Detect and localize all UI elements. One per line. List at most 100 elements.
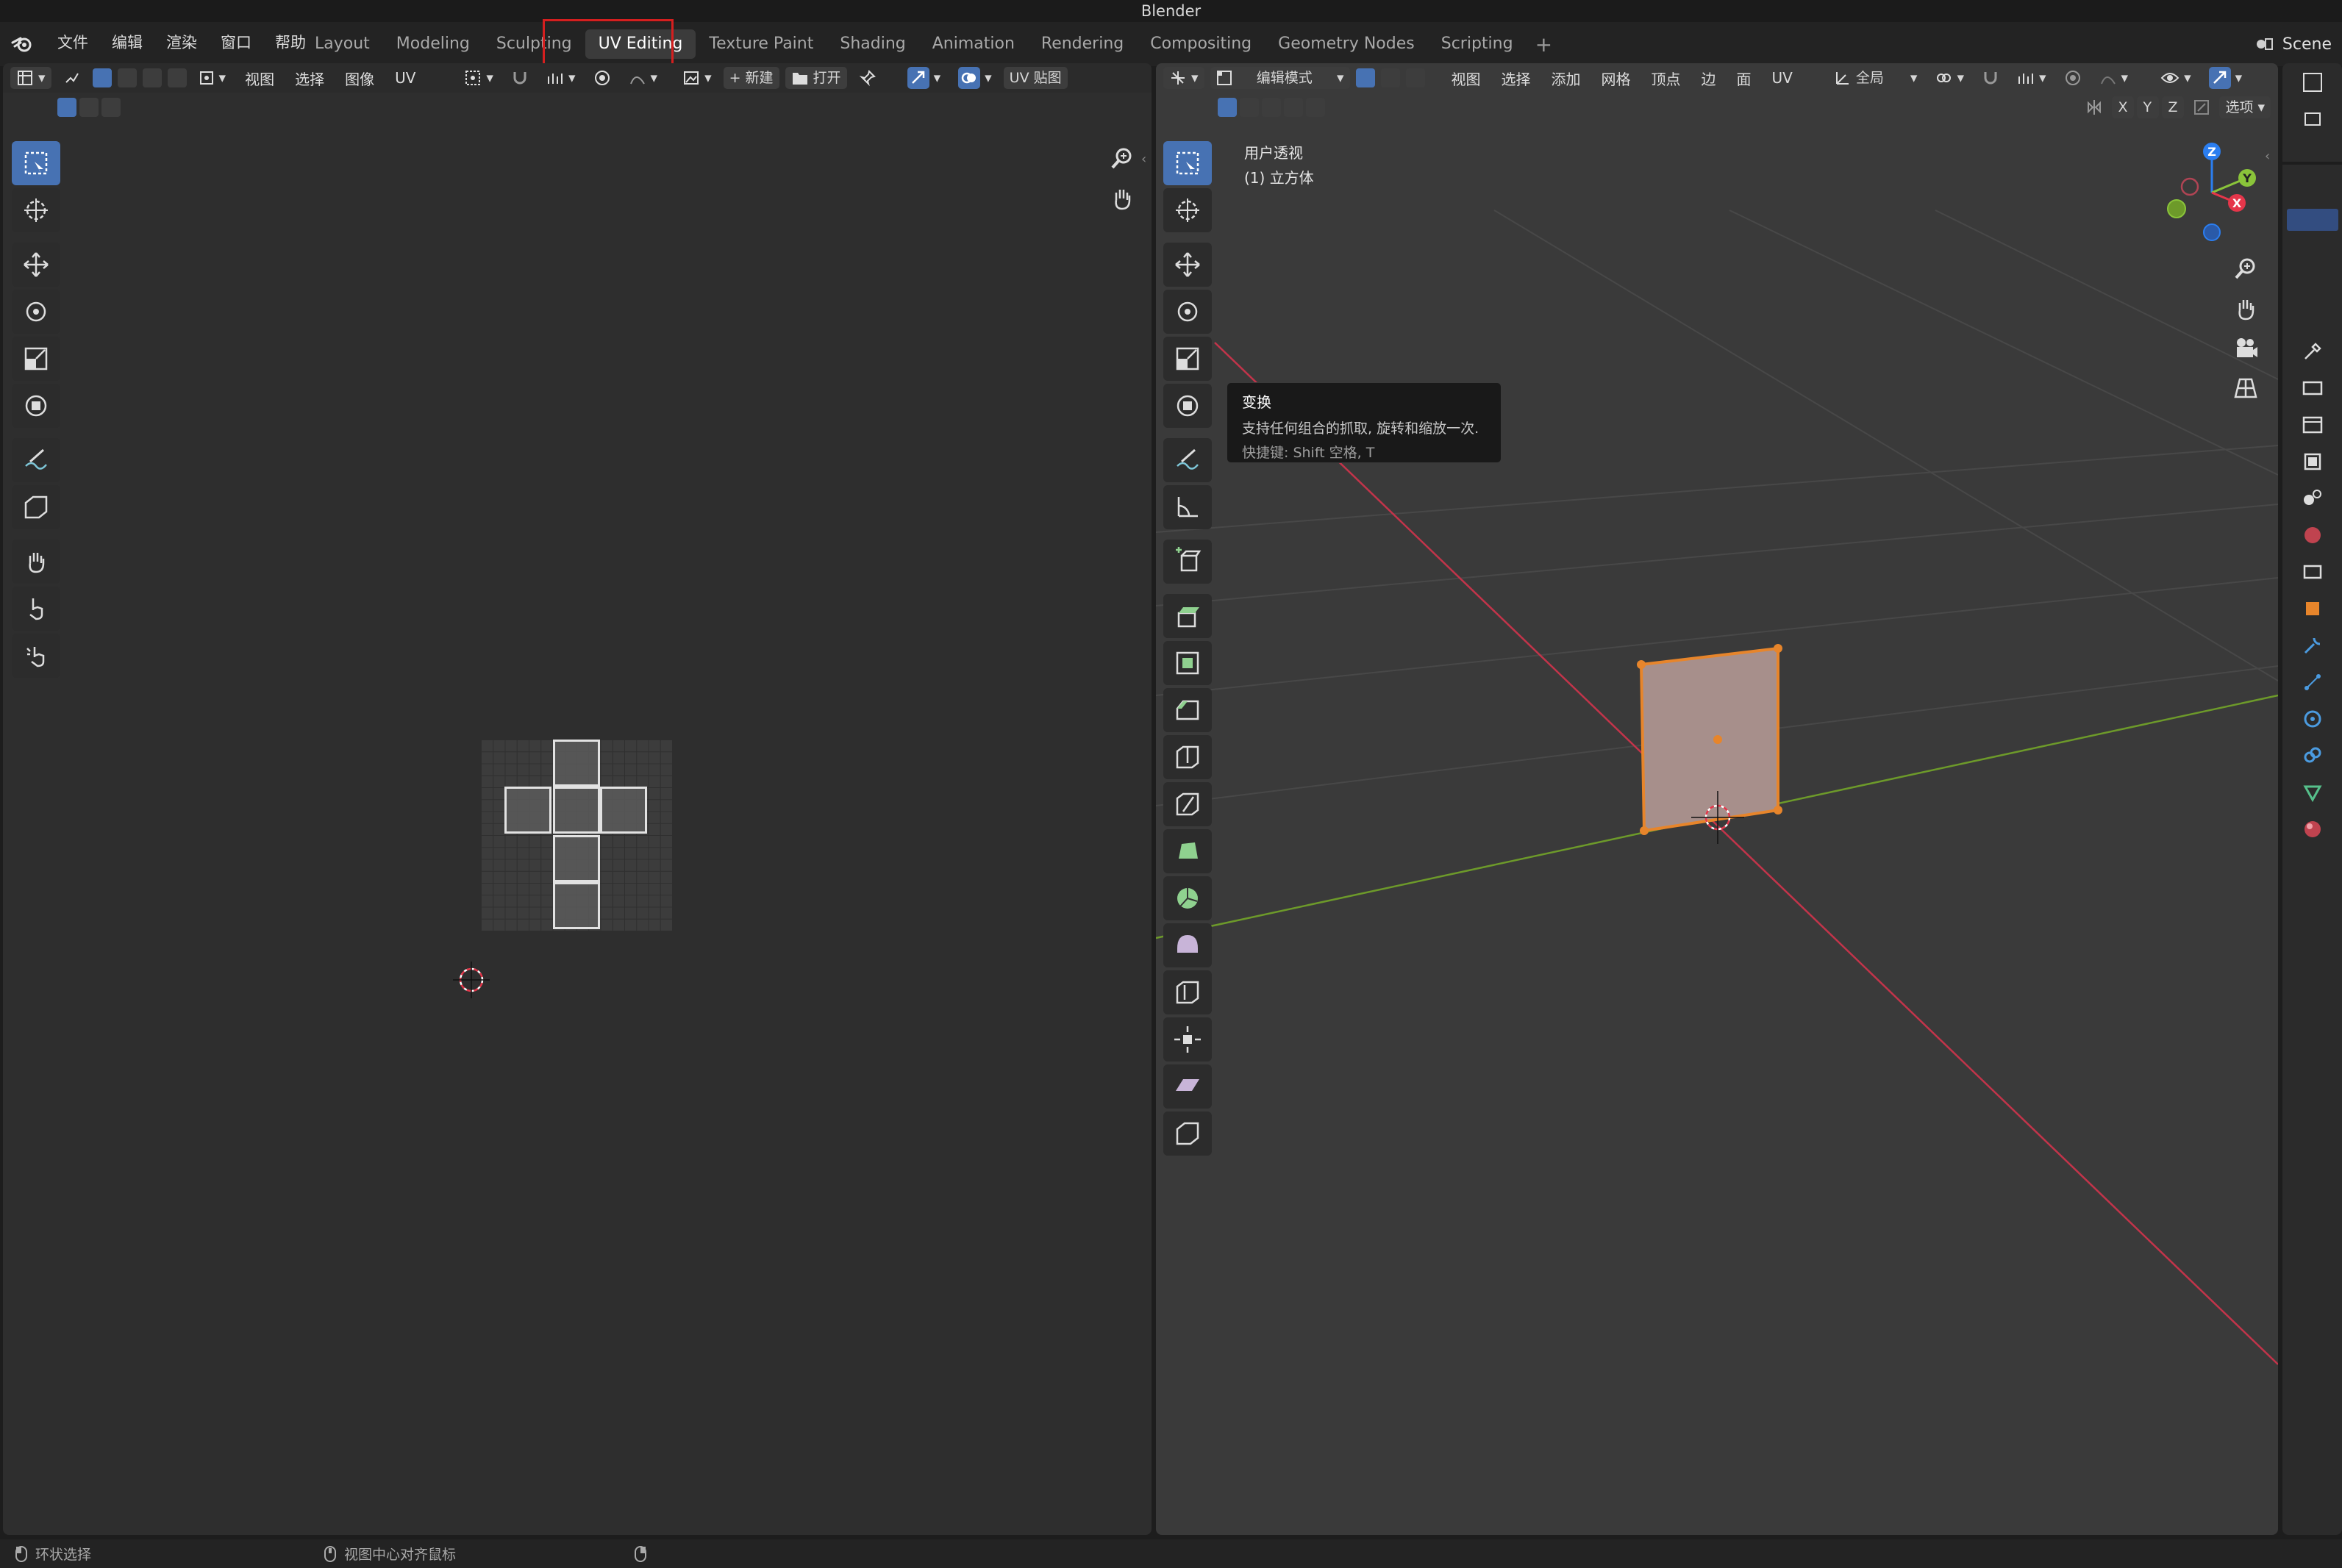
- add-workspace-button[interactable]: +: [1527, 32, 1561, 57]
- tool-select-box[interactable]: [1163, 141, 1212, 185]
- uv-face[interactable]: [504, 787, 551, 834]
- outliner-strip[interactable]: [2282, 69, 2342, 231]
- viewport-menu-add[interactable]: 添加: [1544, 68, 1588, 89]
- viewport-menu-mesh[interactable]: 网格: [1594, 68, 1638, 89]
- uv-menu-uv[interactable]: UV: [388, 69, 423, 87]
- tool-add-cube[interactable]: [1163, 540, 1212, 584]
- uv-2d-cursor-icon[interactable]: [453, 962, 490, 998]
- tool-shrink-fatten[interactable]: [1163, 1017, 1212, 1062]
- modifier-properties-icon[interactable]: [2299, 632, 2326, 659]
- tool-loop-cut[interactable]: [1163, 735, 1212, 779]
- uv-menu-view[interactable]: 视图: [238, 68, 282, 89]
- viewport-menu-face[interactable]: 面: [1729, 68, 1759, 89]
- viewport-menu-uv[interactable]: UV: [1765, 69, 1800, 87]
- uv-face[interactable]: [553, 787, 600, 834]
- edge-mode-button[interactable]: [1380, 68, 1400, 87]
- menu-window[interactable]: 窗口: [209, 22, 263, 66]
- uv-tool-annotate[interactable]: [12, 438, 60, 482]
- tool-knife[interactable]: [1163, 782, 1212, 826]
- viewport-snap-toggle[interactable]: [1976, 67, 2005, 89]
- uv-face[interactable]: [553, 835, 600, 882]
- tool-edge-slide[interactable]: [1163, 970, 1212, 1014]
- viewport-select-intersect-button[interactable]: [1306, 98, 1325, 117]
- auto-merge-toggle[interactable]: [2187, 96, 2216, 118]
- viewport-menu-view[interactable]: 视图: [1444, 68, 1488, 89]
- blender-logo-icon[interactable]: [10, 32, 34, 56]
- face-select-mode-button[interactable]: [142, 68, 162, 87]
- gizmo-toggle[interactable]: ▾: [902, 67, 947, 89]
- uv-menu-image[interactable]: 图像: [338, 68, 382, 89]
- tab-sculpting[interactable]: Sculpting: [483, 29, 585, 59]
- outliner-selected-row[interactable]: [2287, 209, 2338, 231]
- navigation-gizmo[interactable]: Z Y X: [2160, 141, 2263, 244]
- overlays-toggle[interactable]: ▾: [952, 67, 998, 89]
- mirror-options-icon[interactable]: [2079, 96, 2109, 118]
- tool-cursor[interactable]: [1163, 188, 1212, 232]
- island-select-mode-button[interactable]: [167, 68, 187, 87]
- scene-properties-icon[interactable]: [2299, 485, 2326, 512]
- tab-modeling[interactable]: Modeling: [383, 29, 483, 59]
- tool-shear[interactable]: [1163, 1064, 1212, 1109]
- tool-bevel[interactable]: [1163, 688, 1212, 732]
- uv-tool-move[interactable]: [12, 243, 60, 287]
- viewport-gizmo-toggle[interactable]: ▾: [2203, 67, 2249, 89]
- tab-geometry-nodes[interactable]: Geometry Nodes: [1265, 29, 1428, 59]
- mirror-z-toggle[interactable]: Z: [2162, 96, 2185, 118]
- collection-properties-icon[interactable]: [2299, 559, 2326, 585]
- material-properties-icon[interactable]: [2299, 816, 2326, 842]
- uv-menu-select[interactable]: 选择: [288, 68, 332, 89]
- tool-scale[interactable]: [1163, 337, 1212, 381]
- open-image-button[interactable]: 打开: [785, 67, 847, 89]
- proportional-edit-toggle[interactable]: [588, 67, 617, 89]
- transform-orientation-dropdown[interactable]: 全局 ▾: [1828, 67, 1924, 89]
- uv-face[interactable]: [553, 740, 600, 787]
- select-new-button[interactable]: [57, 98, 76, 117]
- uv-grid[interactable]: [481, 740, 672, 931]
- pivot-point-dropdown[interactable]: ▾: [458, 67, 499, 89]
- tool-rotate[interactable]: [1163, 290, 1212, 334]
- viewport-proportional-edit-toggle[interactable]: [2058, 67, 2088, 89]
- uv-tool-rotate[interactable]: [12, 290, 60, 334]
- viewport-select-subtract-button[interactable]: [1262, 98, 1281, 117]
- viewport-select-extend-button[interactable]: [1240, 98, 1259, 117]
- world-properties-icon[interactable]: [2299, 522, 2326, 548]
- tab-rendering[interactable]: Rendering: [1028, 29, 1137, 59]
- tab-scripting[interactable]: Scripting: [1428, 29, 1527, 59]
- menu-render[interactable]: 渲染: [154, 22, 209, 66]
- tool-extrude[interactable]: [1163, 594, 1212, 638]
- viewport-pan-button[interactable]: [2229, 293, 2262, 325]
- uv-tool-relax[interactable]: [12, 587, 60, 631]
- tool-inset[interactable]: [1163, 641, 1212, 685]
- uv-sync-selection-button[interactable]: [57, 67, 87, 89]
- uv-tool-cursor[interactable]: [12, 188, 60, 232]
- tool-transform[interactable]: [1163, 384, 1212, 428]
- uv-tool-select-box[interactable]: [12, 141, 60, 185]
- tab-uv-editing[interactable]: UV Editing: [585, 29, 696, 59]
- uv-pan-button[interactable]: [1106, 182, 1138, 215]
- mirror-x-toggle[interactable]: X: [2112, 96, 2135, 118]
- tab-animation[interactable]: Animation: [919, 29, 1028, 59]
- viewport-sidebar-toggle[interactable]: ‹: [2265, 148, 2270, 164]
- tab-layout[interactable]: Layout: [301, 29, 383, 59]
- select-extend-button[interactable]: [79, 98, 99, 117]
- uv-tool-scale[interactable]: [12, 337, 60, 381]
- viewport-snap-target-dropdown[interactable]: ▾: [2011, 67, 2052, 89]
- render-properties-icon[interactable]: [2299, 375, 2326, 401]
- viewport-menu-select[interactable]: 选择: [1494, 68, 1538, 89]
- camera-view-button[interactable]: [2229, 332, 2262, 365]
- physics-properties-icon[interactable]: [2299, 706, 2326, 732]
- visibility-dropdown[interactable]: ▾: [2154, 67, 2197, 89]
- vertex-mode-button[interactable]: [1355, 68, 1375, 87]
- tool-settings-icon[interactable]: [2299, 338, 2326, 365]
- transform-pivot-dropdown[interactable]: ▾: [1929, 67, 1970, 89]
- tool-smooth[interactable]: [1163, 923, 1212, 967]
- vertex-select-mode-button[interactable]: [92, 68, 112, 87]
- face-mode-button[interactable]: [1405, 68, 1425, 87]
- snap-target-dropdown[interactable]: ▾: [540, 67, 582, 89]
- snap-toggle[interactable]: [505, 67, 535, 89]
- tool-measure[interactable]: [1163, 485, 1212, 529]
- interaction-mode-dropdown[interactable]: 编辑模式 ▾: [1210, 67, 1350, 89]
- uv-tool-grab[interactable]: [12, 540, 60, 584]
- constraints-properties-icon[interactable]: [2299, 742, 2326, 769]
- editor-type-button[interactable]: ▾: [10, 67, 51, 89]
